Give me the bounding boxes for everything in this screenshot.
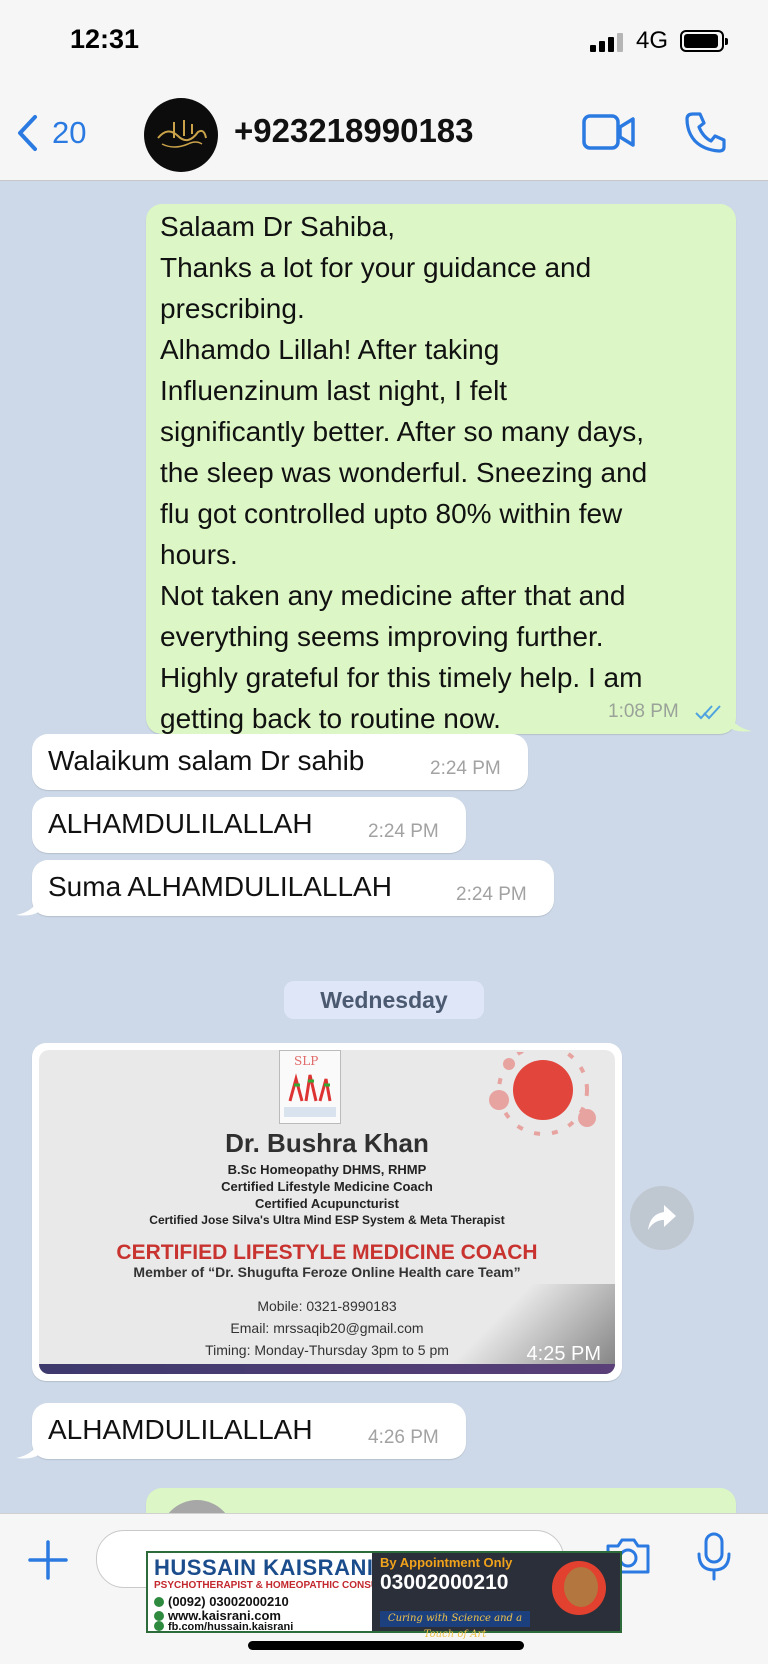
- phone-call-icon[interactable]: [684, 110, 728, 154]
- incoming-message[interactable]: Suma ALHAMDULILALLAH 2:24 PM: [32, 860, 554, 916]
- business-card-image[interactable]: SLP Dr. Bushra Khan B.Sc Homeopathy DHMS…: [39, 1050, 615, 1374]
- message-line: Thanks a lot for your guidance and: [160, 252, 592, 283]
- phone-dot-icon: [154, 1597, 164, 1607]
- message-line: significantly better. After so many days…: [160, 416, 645, 447]
- message-time: 2:24 PM: [430, 758, 501, 779]
- message-line: the sleep was wonderful. Sneezing and: [160, 457, 648, 488]
- message-time: 4:26 PM: [368, 1427, 439, 1448]
- slp-logo: SLP: [279, 1050, 341, 1124]
- ad-phone-line: (0092) 03002000210: [154, 1594, 289, 1609]
- ad-phone-big: 03002000210: [380, 1571, 509, 1594]
- signal-icon: [590, 33, 623, 52]
- message-text: Suma ALHAMDULILALLAH: [48, 871, 392, 902]
- input-bar: HUSSAIN KAISRANI PSYCHOTHERAPIST & HOMEO…: [0, 1513, 768, 1664]
- facebook-dot-icon: [154, 1621, 164, 1631]
- ad-portrait-face: [564, 1567, 598, 1607]
- message-text: ALHAMDULILALLAH: [48, 808, 313, 839]
- home-indicator: [248, 1641, 524, 1650]
- incoming-message[interactable]: ALHAMDULILALLAH 4:26 PM: [32, 1403, 466, 1459]
- image-time: 4:25 PM: [526, 1343, 601, 1365]
- card-name: Dr. Bushra Khan: [225, 1128, 429, 1158]
- message-line: hours.: [160, 539, 238, 570]
- message-time: 2:24 PM: [456, 884, 527, 905]
- svg-text:SLP: SLP: [294, 1054, 318, 1068]
- message-line: flu got controlled upto 80% within few: [160, 498, 623, 529]
- video-call-icon[interactable]: [582, 112, 636, 152]
- card-line: B.Sc Homeopathy DHMS, RHMP: [227, 1162, 427, 1177]
- contact-name[interactable]: +923218990183: [234, 112, 474, 150]
- message-line: Salaam Dr Sahiba,: [160, 211, 396, 242]
- calligraphy-logo: [157, 120, 207, 148]
- message-line: prescribing.: [160, 293, 305, 324]
- status-bar: 12:31 4G: [0, 0, 768, 86]
- status-time: 12:31: [70, 24, 140, 54]
- incoming-message[interactable]: ALHAMDULILALLAH 2:24 PM: [32, 797, 466, 853]
- message-time: 2:24 PM: [368, 821, 439, 842]
- card-headline: CERTIFIED LIFESTYLE MEDICINE COACH: [116, 1241, 538, 1264]
- outgoing-message[interactable]: Salaam Dr Sahiba, Thanks a lot for your …: [146, 204, 736, 734]
- bubble-tail: [16, 1438, 40, 1459]
- chat-header: 20 +923218990183: [0, 86, 768, 181]
- read-receipt-icon: [695, 705, 721, 720]
- ad-appointment: By Appointment Only: [380, 1555, 513, 1570]
- plus-icon[interactable]: [26, 1538, 70, 1582]
- message-text: Salaam Dr Sahiba, Thanks a lot for your …: [160, 206, 647, 739]
- back-button[interactable]: 20: [16, 114, 86, 152]
- card-line: Certified Lifestyle Medicine Coach: [221, 1179, 433, 1194]
- bubble-tail: [16, 895, 40, 916]
- incoming-message[interactable]: Walaikum salam Dr sahib 2:24 PM: [32, 734, 528, 790]
- message-line: getting back to routine now.: [160, 703, 501, 734]
- message-line: Alhamdo Lillah! After taking: [160, 334, 500, 365]
- message-time: 1:08 PM: [608, 701, 679, 722]
- message-line: everything seems improving further.: [160, 621, 604, 652]
- message-text: ALHAMDULILALLAH: [48, 1414, 313, 1445]
- message-line: Not taken any medicine after that and: [160, 580, 626, 611]
- date-separator: Wednesday: [284, 981, 484, 1019]
- card-member: Member of “Dr. Shugufta Feroze Online He…: [133, 1264, 521, 1280]
- card-line: Certified Acupuncturist: [255, 1196, 399, 1211]
- ad-name: HUSSAIN KAISRANI: [154, 1555, 374, 1580]
- bubble-tail: [728, 711, 752, 732]
- ad-tagline: Curing with Science and a Touch of Art: [380, 1611, 530, 1640]
- web-dot-icon: [154, 1611, 164, 1621]
- forward-button[interactable]: [630, 1186, 694, 1250]
- outgoing-message-partial[interactable]: [146, 1488, 736, 1513]
- contact-avatar[interactable]: [144, 98, 218, 172]
- quoted-avatar: [160, 1500, 234, 1513]
- card-line: Certified Jose Silva's Ultra Mind ESP Sy…: [149, 1213, 505, 1227]
- ad-facebook: fb.com/hussain.kaisrani: [154, 1621, 293, 1633]
- advertisement-banner: HUSSAIN KAISRANI PSYCHOTHERAPIST & HOMEO…: [146, 1551, 622, 1640]
- battery-icon: [680, 30, 728, 52]
- chevron-left-icon: [18, 115, 37, 151]
- share-arrow-icon: [648, 1205, 676, 1230]
- network-label: 4G: [636, 27, 669, 54]
- message-line: Influenzinum last night, I felt: [160, 375, 508, 406]
- image-message[interactable]: SLP Dr. Bushra Khan B.Sc Homeopathy DHMS…: [32, 1043, 622, 1381]
- chat-area[interactable]: Salaam Dr Sahiba, Thanks a lot for your …: [0, 181, 768, 1513]
- microphone-icon[interactable]: [694, 1532, 734, 1582]
- message-text: Walaikum salam Dr sahib: [48, 745, 365, 776]
- unread-count: 20: [52, 115, 87, 150]
- ad-contact-panel: By Appointment Only 03002000210 Curing w…: [372, 1553, 620, 1640]
- message-line: Highly grateful for this timely help. I …: [160, 662, 643, 693]
